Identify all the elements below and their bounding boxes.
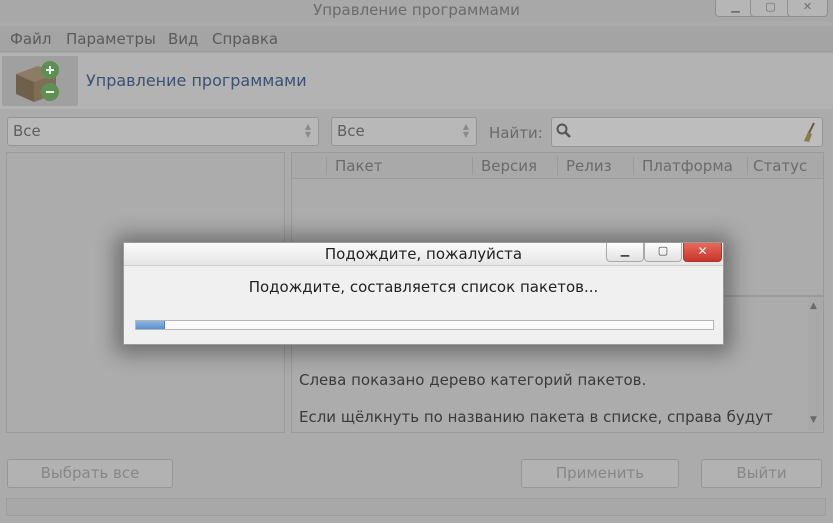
status-filter-select[interactable]: Все ▲ ▼ [331, 117, 477, 146]
dialog-maximize-button[interactable]: ▢ [644, 243, 682, 262]
description-line: Если щёлкнуть по названию пакета в списк… [299, 408, 773, 426]
column-status[interactable]: Статус [753, 153, 807, 179]
select-arrows-icon: ▲ ▼ [304, 122, 311, 139]
status-bar [6, 498, 826, 516]
dialog-close-button[interactable]: ✕ [683, 243, 722, 262]
search-input[interactable] [551, 117, 823, 147]
search-label: Найти: [489, 124, 543, 142]
column-separator [472, 157, 473, 175]
menu-view[interactable]: Вид [168, 29, 198, 49]
column-release[interactable]: Релиз [566, 153, 612, 179]
menu-help[interactable]: Справка [212, 29, 278, 49]
category-filter-select[interactable]: Все ▲ ▼ [7, 117, 319, 146]
menu-file[interactable]: Файл [10, 29, 51, 49]
please-wait-dialog: Подождите, пожалуйста ▁ ▢ ✕ Подождите, с… [123, 242, 724, 345]
select-arrows-icon: ▲ ▼ [462, 122, 469, 139]
package-table-header: Пакет Версия Релиз Платформа Статус [292, 153, 823, 179]
maximize-button[interactable]: ▢ [750, 0, 791, 17]
apply-button[interactable]: Применить [521, 459, 679, 488]
menu-parameters[interactable]: Параметры [66, 29, 156, 49]
progress-bar-fill [136, 321, 165, 329]
category-filter-value: Все [13, 122, 41, 140]
window-title: Управление программами [313, 1, 520, 19]
status-filter-value: Все [337, 122, 365, 140]
description-line: Слева показано дерево категорий пакетов. [299, 371, 647, 389]
column-separator [557, 157, 558, 175]
maximize-icon: ▢ [657, 244, 669, 257]
close-icon: ✕ [697, 244, 708, 258]
scroll-down-icon[interactable]: ▼ [810, 415, 817, 425]
dialog-minimize-button[interactable]: ▁ [606, 243, 644, 262]
column-package[interactable]: Пакет [335, 153, 383, 179]
dialog-message: Подождите, составляется список пакетов..… [248, 278, 599, 296]
column-separator [633, 157, 634, 175]
clear-search-icon[interactable] [800, 122, 818, 142]
close-icon: ✕ [802, 0, 813, 13]
close-button[interactable]: ✕ [787, 0, 828, 17]
minimize-icon: ▁ [620, 244, 630, 257]
scroll-up-icon[interactable]: ▲ [810, 301, 817, 311]
progress-bar [135, 320, 714, 330]
column-separator [326, 157, 327, 175]
minimize-icon: ▁ [731, 0, 740, 13]
column-version[interactable]: Версия [481, 153, 537, 179]
description-scrollbar[interactable]: ▲ ▼ [808, 297, 822, 431]
search-icon[interactable] [555, 122, 573, 140]
exit-button[interactable]: Выйти [701, 459, 822, 488]
banner-title: Управление программами [86, 71, 307, 90]
column-platform[interactable]: Платформа [642, 153, 733, 179]
maximize-icon: ▢ [765, 0, 776, 13]
package-manager-icon [2, 56, 78, 106]
column-separator [747, 157, 748, 175]
select-all-button[interactable]: Выбрать все [7, 459, 173, 488]
